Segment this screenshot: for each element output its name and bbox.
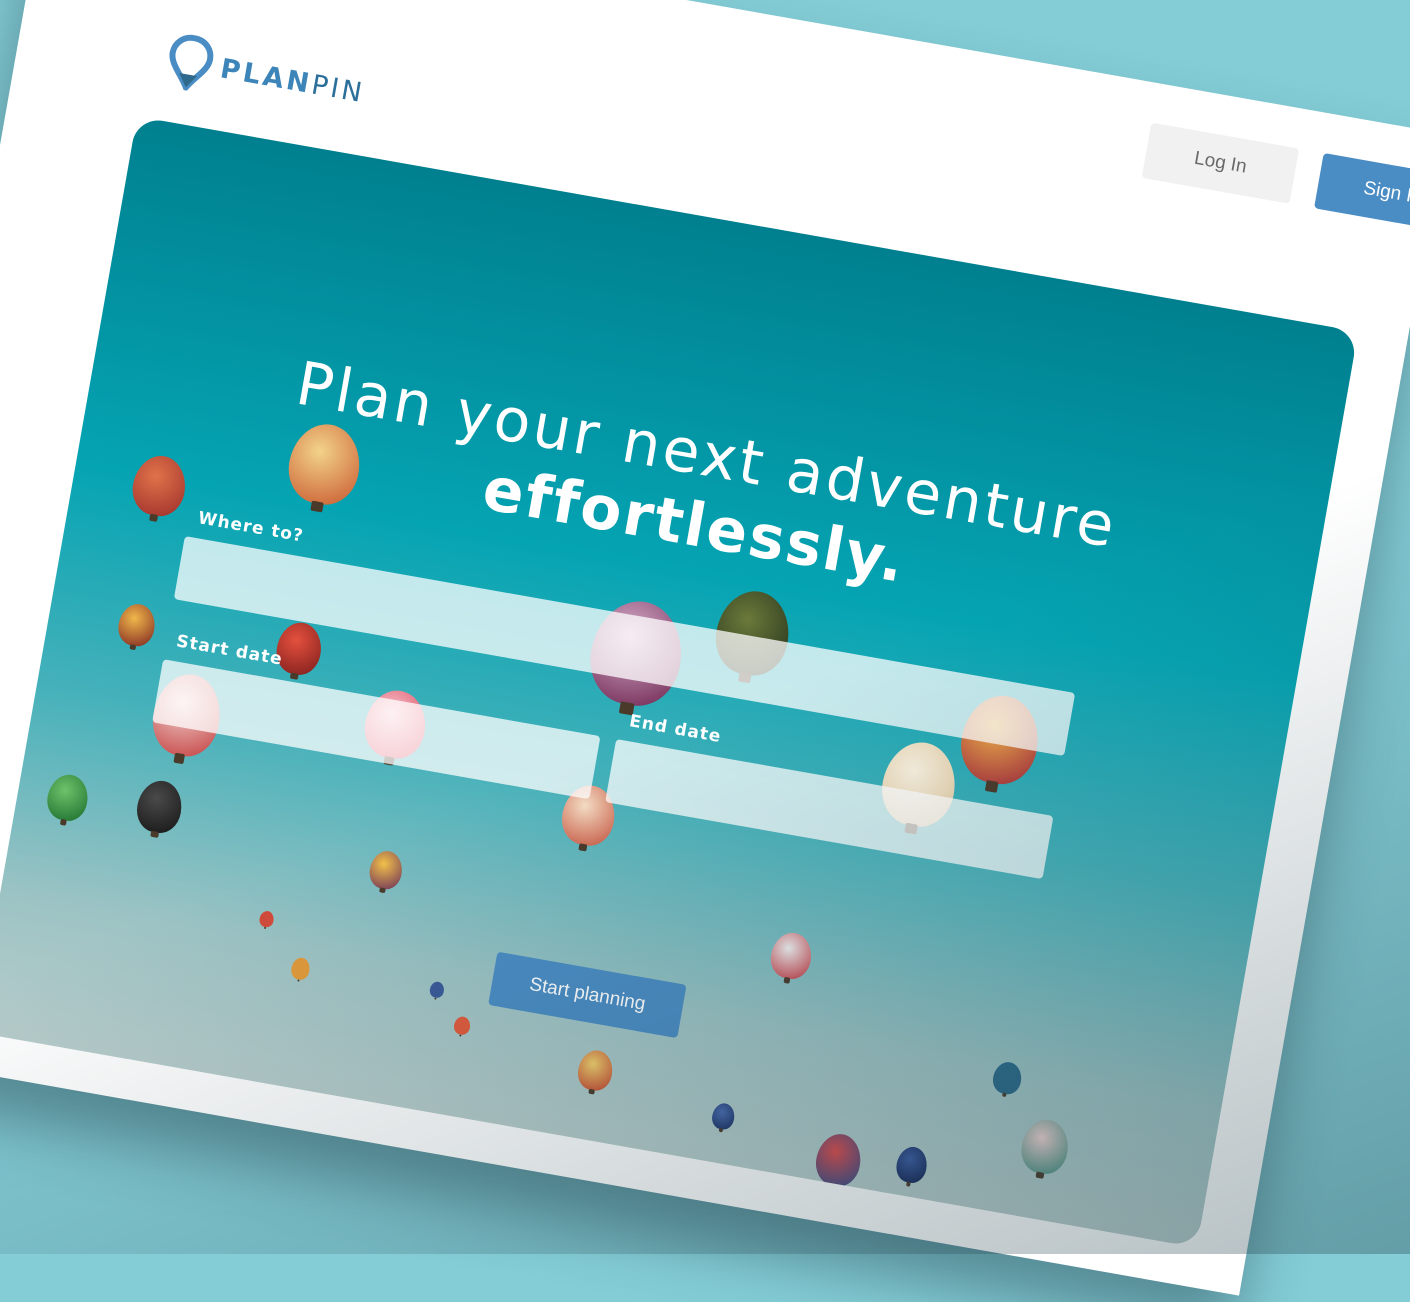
balloon-decoration [133,777,186,837]
balloon-decoration [452,1015,472,1036]
balloon-decoration [575,1047,616,1094]
map-pin-icon [169,34,214,94]
brand-name-light: PIN [309,68,368,109]
balloon-decoration [990,1059,1024,1097]
start-date-input[interactable] [152,659,601,800]
brand-wordmark: PLANPIN [218,53,367,109]
balloon-decoration [115,601,159,649]
login-button[interactable]: Log In [1141,122,1300,204]
balloon-decoration [44,771,92,824]
balloon-decoration [812,1130,865,1190]
balloon-decoration [1017,1116,1073,1178]
balloon-decoration [258,909,275,929]
balloon-decoration [428,980,446,999]
balloon-decoration [366,848,406,892]
balloon-decoration [710,1101,737,1132]
landing-page: PLANPIN Log In Sign In Plan your next ad… [0,0,1410,1296]
hero-banner: Plan your next adventure effortlessly. W… [0,116,1359,1248]
balloon-decoration [893,1144,930,1186]
balloon-decoration [289,956,312,982]
brand-logo[interactable]: PLANPIN [163,31,370,121]
balloon-decoration [935,1202,967,1237]
signin-button[interactable]: Sign In [1314,152,1410,235]
end-date-label: End date [627,711,723,748]
brand-name-bold: PLAN [218,52,315,100]
start-planning-button[interactable]: Start planning [488,951,687,1039]
balloon-decoration [767,929,815,982]
